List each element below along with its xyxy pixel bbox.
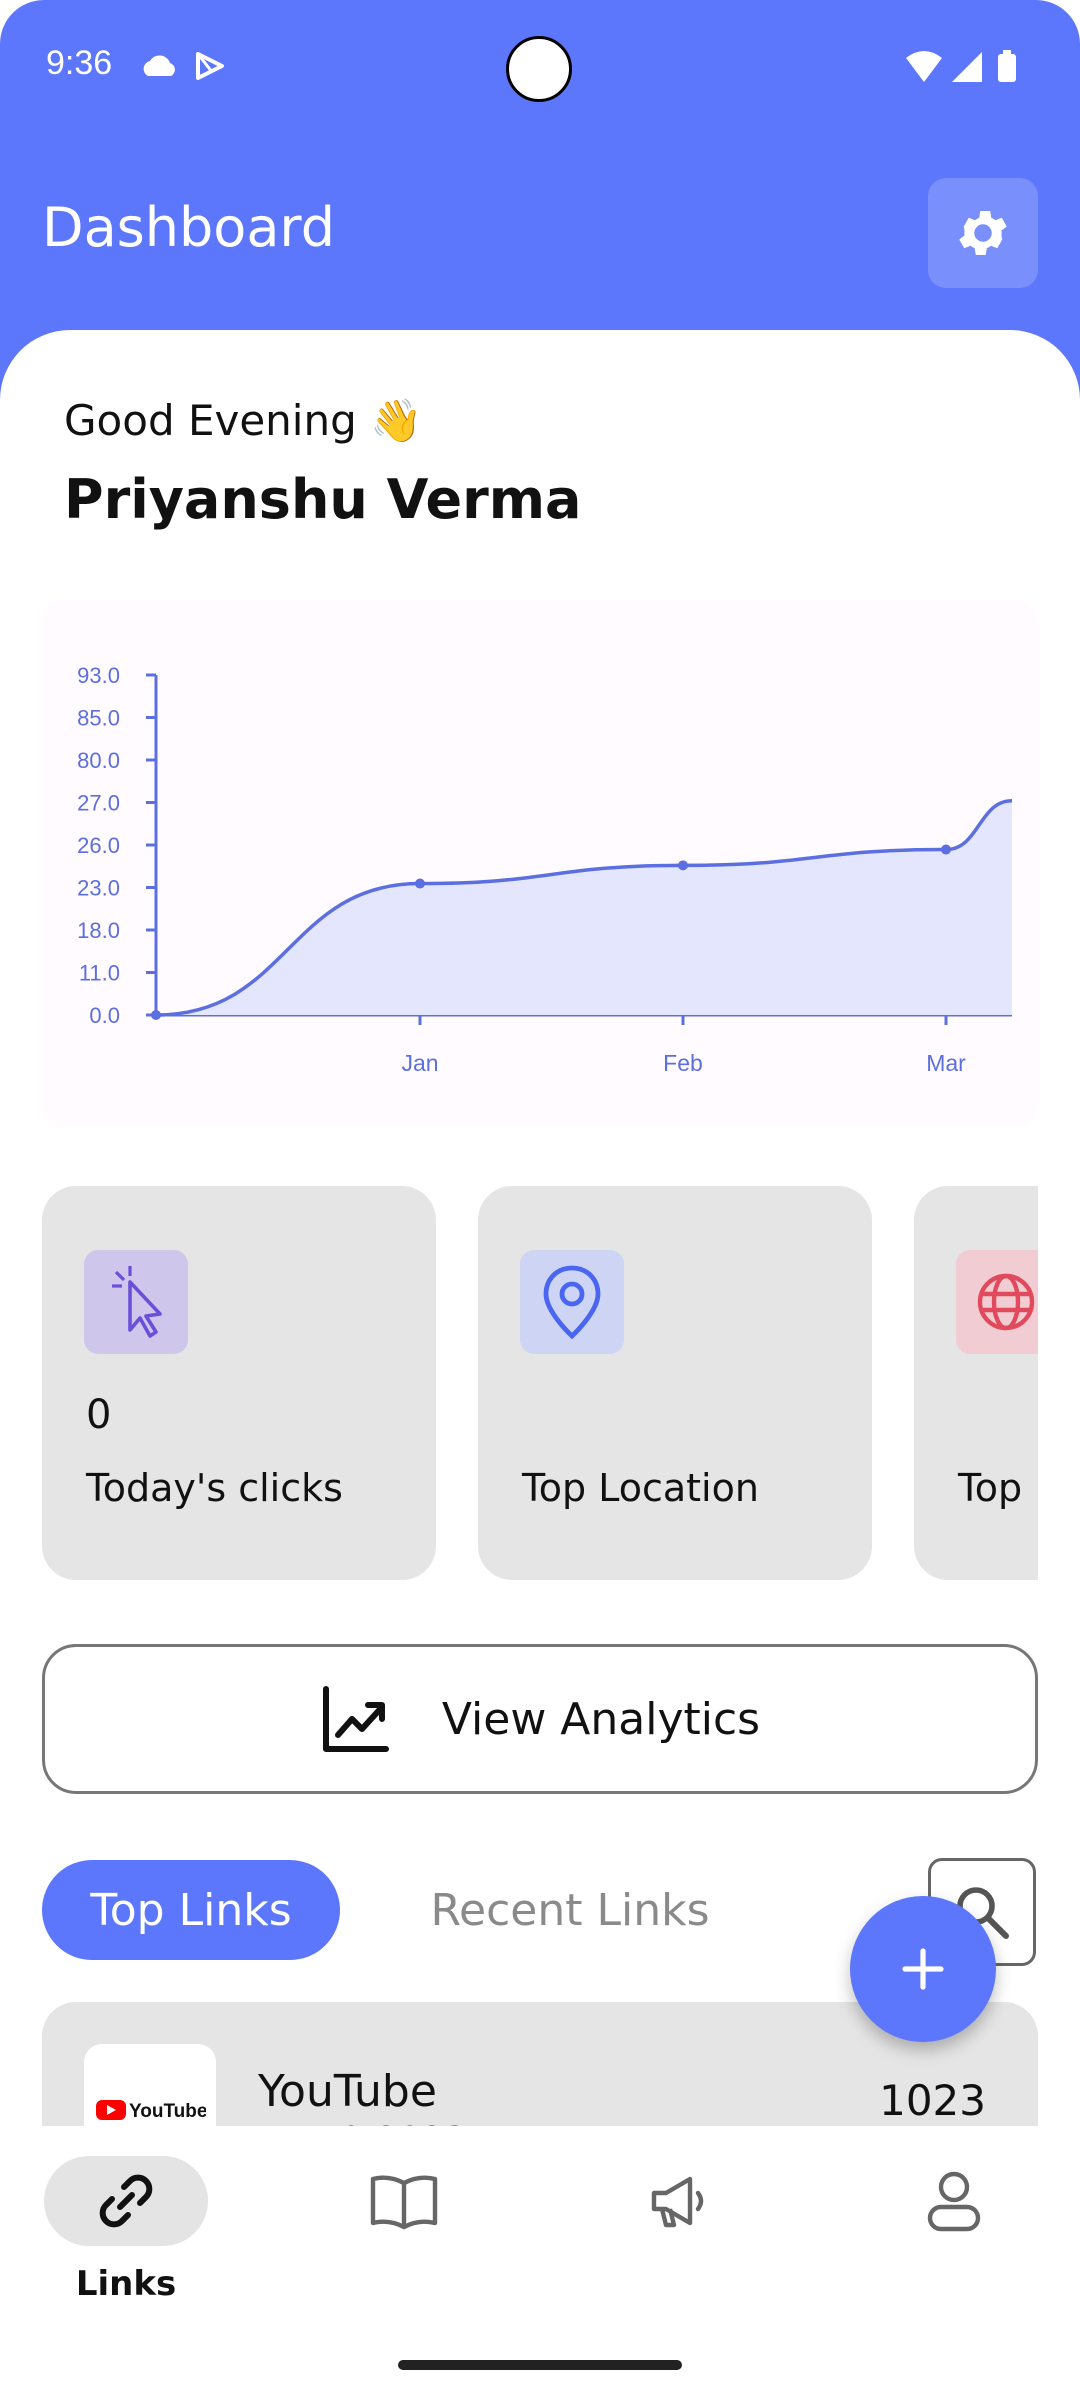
y-tick-label: 80.0: [77, 748, 120, 773]
view-analytics-label: View Analytics: [441, 1693, 761, 1745]
tab-top-links[interactable]: Top Links: [42, 1860, 340, 1960]
camera-cutout: [506, 36, 572, 102]
globe-icon: [956, 1250, 1038, 1354]
data-point: [678, 860, 688, 871]
y-tick-label: 11.0: [79, 961, 120, 986]
stat-card-today-clicks[interactable]: 0 Today's clicks: [42, 1186, 436, 1580]
bottom-navigation: Links: [0, 2126, 1080, 2400]
tab-recent-links-label: Recent Links: [430, 1884, 710, 1936]
nav-pill-active: [44, 2156, 208, 2246]
y-tick-label: 85.0: [77, 706, 120, 731]
data-point: [941, 844, 951, 855]
clicks-chart: 93.0 85.0 80.0 27.0 26.0 23.0 18.0 11.0 0.0 Jan Fe…: [42, 600, 1038, 1126]
x-tick-label: Jan: [401, 1050, 438, 1076]
greeting-text: Good Evening 👋: [64, 396, 423, 445]
stat-card-top[interactable]: Top: [914, 1186, 1038, 1580]
trending-up-icon: [322, 1686, 389, 1752]
link-clicks: 1023: [879, 2076, 986, 2125]
add-link-button[interactable]: [850, 1896, 996, 2042]
nav-pill: [322, 2156, 486, 2246]
series-area: [156, 800, 1012, 1015]
book-open-icon: [370, 2175, 438, 2230]
nav-label-links: Links: [75, 2264, 177, 2304]
settings-button[interactable]: [928, 178, 1038, 288]
page-title: Dashboard: [42, 196, 335, 259]
nav-item-links[interactable]: Links: [44, 2156, 208, 2356]
tab-recent-links[interactable]: Recent Links: [400, 1860, 740, 1960]
y-tick-label: 27.0: [77, 791, 120, 816]
battery-icon: [998, 50, 1016, 82]
nav-item-profile[interactable]: [874, 2156, 1034, 2356]
y-tick-label: 23.0: [77, 876, 120, 901]
cloud-icon: [143, 55, 175, 76]
view-analytics-button[interactable]: View Analytics: [42, 1644, 1038, 1794]
status-icons-left: [140, 48, 230, 88]
user-name: Priyanshu Verma: [64, 468, 582, 531]
y-tick-label: 93.0: [77, 663, 120, 688]
nav-pill: [872, 2156, 1036, 2246]
y-tick-label: 18.0: [77, 918, 120, 943]
status-time: 9:36: [46, 44, 113, 82]
link-name: YouTube: [258, 2066, 437, 2117]
cursor-click-icon: [84, 1250, 188, 1354]
stat-card-top-location[interactable]: Top Location: [478, 1186, 872, 1580]
user-icon: [927, 2171, 981, 2232]
stat-label: Top Location: [522, 1466, 759, 1510]
home-indicator: [398, 2360, 682, 2370]
stat-label: Today's clicks: [86, 1466, 343, 1510]
tab-top-links-label: Top Links: [90, 1884, 292, 1936]
gear-icon: [959, 211, 1007, 255]
stat-value: 0: [86, 1392, 112, 1438]
data-point: [151, 1010, 161, 1020]
y-tick-label: 26.0: [77, 833, 120, 858]
youtube-logo-text: YouTube: [129, 2101, 206, 2122]
status-icons-right: [904, 48, 1024, 92]
nav-item-book[interactable]: [324, 2156, 484, 2356]
stat-label: Top: [958, 1466, 1023, 1510]
data-point: [415, 878, 425, 889]
wifi-icon: [906, 51, 942, 82]
x-tick-label: Feb: [663, 1050, 703, 1076]
play-store-icon: [196, 52, 224, 80]
nav-item-campaigns[interactable]: [598, 2156, 758, 2356]
nav-pill: [596, 2156, 760, 2246]
chart-svg: 93.0 85.0 80.0 27.0 26.0 23.0 18.0 11.0 0.0 Jan Fe…: [77, 663, 1013, 1076]
signal-icon: [952, 52, 982, 82]
x-tick-label: Mar: [926, 1050, 966, 1076]
link-icon: [99, 2174, 153, 2228]
y-tick-label: 0.0: [89, 1003, 120, 1028]
megaphone-icon: [651, 2176, 704, 2228]
plus-icon: [902, 1948, 944, 1990]
map-pin-icon: [520, 1250, 624, 1354]
